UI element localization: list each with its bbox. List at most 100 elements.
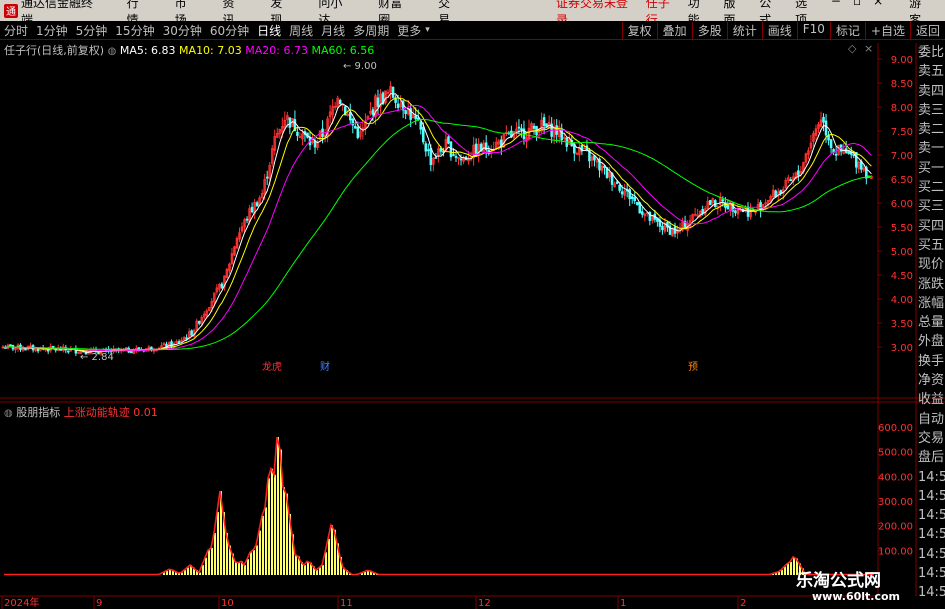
- quote-row[interactable]: 外盘: [918, 332, 945, 351]
- legend-ma20: MA20: 6.73: [245, 44, 308, 57]
- quote-row[interactable]: 14:56: [918, 583, 945, 602]
- price-tick-label: 8.50: [891, 79, 913, 90]
- candle-body: [824, 120, 828, 136]
- indicator-bar: [784, 566, 786, 575]
- candle-body: [474, 143, 478, 156]
- candle-body: [721, 199, 725, 202]
- quote-row[interactable]: 卖五: [918, 62, 945, 81]
- candle-body: [419, 121, 423, 130]
- quote-row[interactable]: 卖四: [918, 82, 945, 101]
- candle-body: [36, 348, 40, 352]
- indicator-bar: [304, 565, 306, 575]
- indicator-title: 股朋指标: [16, 406, 61, 419]
- event-marker: 龙虎: [262, 360, 282, 373]
- indicator-bar: [211, 547, 213, 575]
- legend-ma60: MA60: 6.56: [311, 44, 375, 57]
- candle-body: [774, 190, 777, 198]
- candle-body: [24, 348, 27, 351]
- quote-row[interactable]: 买一: [918, 159, 945, 178]
- date-tick-label: 2: [740, 598, 746, 609]
- candle-body: [250, 206, 254, 213]
- price-tick-label: 7.00: [891, 151, 913, 162]
- price-tick-label: 8.00: [891, 103, 913, 114]
- indicator-bar: [205, 557, 207, 575]
- candle-body: [67, 350, 70, 353]
- quote-row[interactable]: 14:56: [918, 545, 945, 564]
- candle-body: [348, 112, 352, 121]
- quote-row[interactable]: 涨幅: [918, 294, 945, 313]
- quote-row[interactable]: 14:56: [918, 525, 945, 544]
- quote-row[interactable]: 14:56: [918, 506, 945, 525]
- candle-body: [190, 330, 193, 336]
- chart-controls: ◇ ×: [848, 42, 873, 55]
- price-tick-label: 6.50: [891, 175, 913, 186]
- candle-body: [459, 158, 463, 161]
- candle-body: [434, 157, 438, 159]
- quote-row[interactable]: 委比: [918, 43, 945, 62]
- candle-body: [633, 197, 637, 202]
- quote-row[interactable]: 14:56: [918, 487, 945, 506]
- candle-body: [847, 151, 850, 154]
- low-price-label: ← 2.84: [80, 352, 114, 363]
- candle-body: [615, 181, 619, 184]
- quote-row[interactable]: 卖二: [918, 120, 945, 139]
- candle-body: [545, 123, 548, 128]
- candle-body: [797, 170, 800, 176]
- indicator-bar: [328, 538, 330, 575]
- candle-body: [708, 200, 712, 206]
- quote-row[interactable]: 涨跌: [918, 275, 945, 294]
- candle-body: [424, 143, 428, 152]
- chart-canvas[interactable]: 9.00 8.50 8.00 7.50 7.00 6.50 6.00 5.50 5.00 4.50…: [0, 0, 945, 609]
- indicator-bar: [187, 567, 189, 575]
- candle-body: [620, 191, 624, 195]
- settings-icon[interactable]: ◍: [4, 408, 13, 419]
- indicator-bar: [322, 565, 324, 575]
- candle-body: [429, 148, 433, 166]
- price-tick-label: 5.50: [891, 223, 913, 234]
- quote-row[interactable]: 卖三: [918, 101, 945, 120]
- quote-row[interactable]: 买三: [918, 197, 945, 216]
- candle-body: [338, 99, 342, 105]
- quote-row[interactable]: 现价: [918, 255, 945, 274]
- indicator-bar: [238, 562, 240, 575]
- quote-row[interactable]: 买二: [918, 178, 945, 197]
- candle-body: [618, 184, 621, 191]
- ma10-line: [2, 97, 872, 353]
- indicator-bar: [283, 487, 285, 575]
- quote-row[interactable]: 14:56: [918, 564, 945, 583]
- indicator-bar: [295, 554, 297, 575]
- quote-row[interactable]: 自动: [918, 410, 945, 429]
- close-chart-icon[interactable]: ×: [864, 42, 873, 55]
- indicator-bar: [319, 567, 321, 575]
- candle-body: [296, 131, 299, 136]
- indicator-bar: [262, 515, 264, 575]
- price-tick-label: 6.00: [891, 199, 913, 210]
- indicator-bar: [244, 565, 246, 575]
- date-tick-label: 2024年: [4, 596, 39, 609]
- quote-row[interactable]: 换手: [918, 352, 945, 371]
- candle-body: [532, 125, 536, 129]
- candle-body: [427, 149, 430, 152]
- settings-icon[interactable]: ◍: [108, 46, 117, 57]
- diamond-icon[interactable]: ◇: [848, 42, 856, 55]
- legend-title: 任子行(日线,前复权): [4, 44, 105, 57]
- date-tick-label: 12: [478, 598, 491, 609]
- candle-body: [726, 204, 730, 210]
- price-tick-label: 4.00: [891, 295, 913, 306]
- quote-row[interactable]: 买五: [918, 236, 945, 255]
- quote-row[interactable]: 交易: [918, 429, 945, 448]
- quote-row[interactable]: 净资: [918, 371, 945, 390]
- quote-row[interactable]: 卖一: [918, 139, 945, 158]
- quote-row[interactable]: 盘后: [918, 448, 945, 467]
- watermark-title: 乐淘公式网: [796, 571, 881, 591]
- indicator-tick-label: 100.00: [878, 546, 913, 557]
- indicator-bar: [331, 525, 333, 575]
- candle-body: [177, 341, 181, 343]
- candle-body: [701, 209, 704, 214]
- quote-row[interactable]: 14:56: [918, 468, 945, 487]
- quote-row[interactable]: 收益: [918, 390, 945, 409]
- quote-row[interactable]: 买四: [918, 217, 945, 236]
- candle-body: [391, 87, 395, 98]
- candle-body: [414, 115, 418, 120]
- quote-row[interactable]: 总量: [918, 313, 945, 332]
